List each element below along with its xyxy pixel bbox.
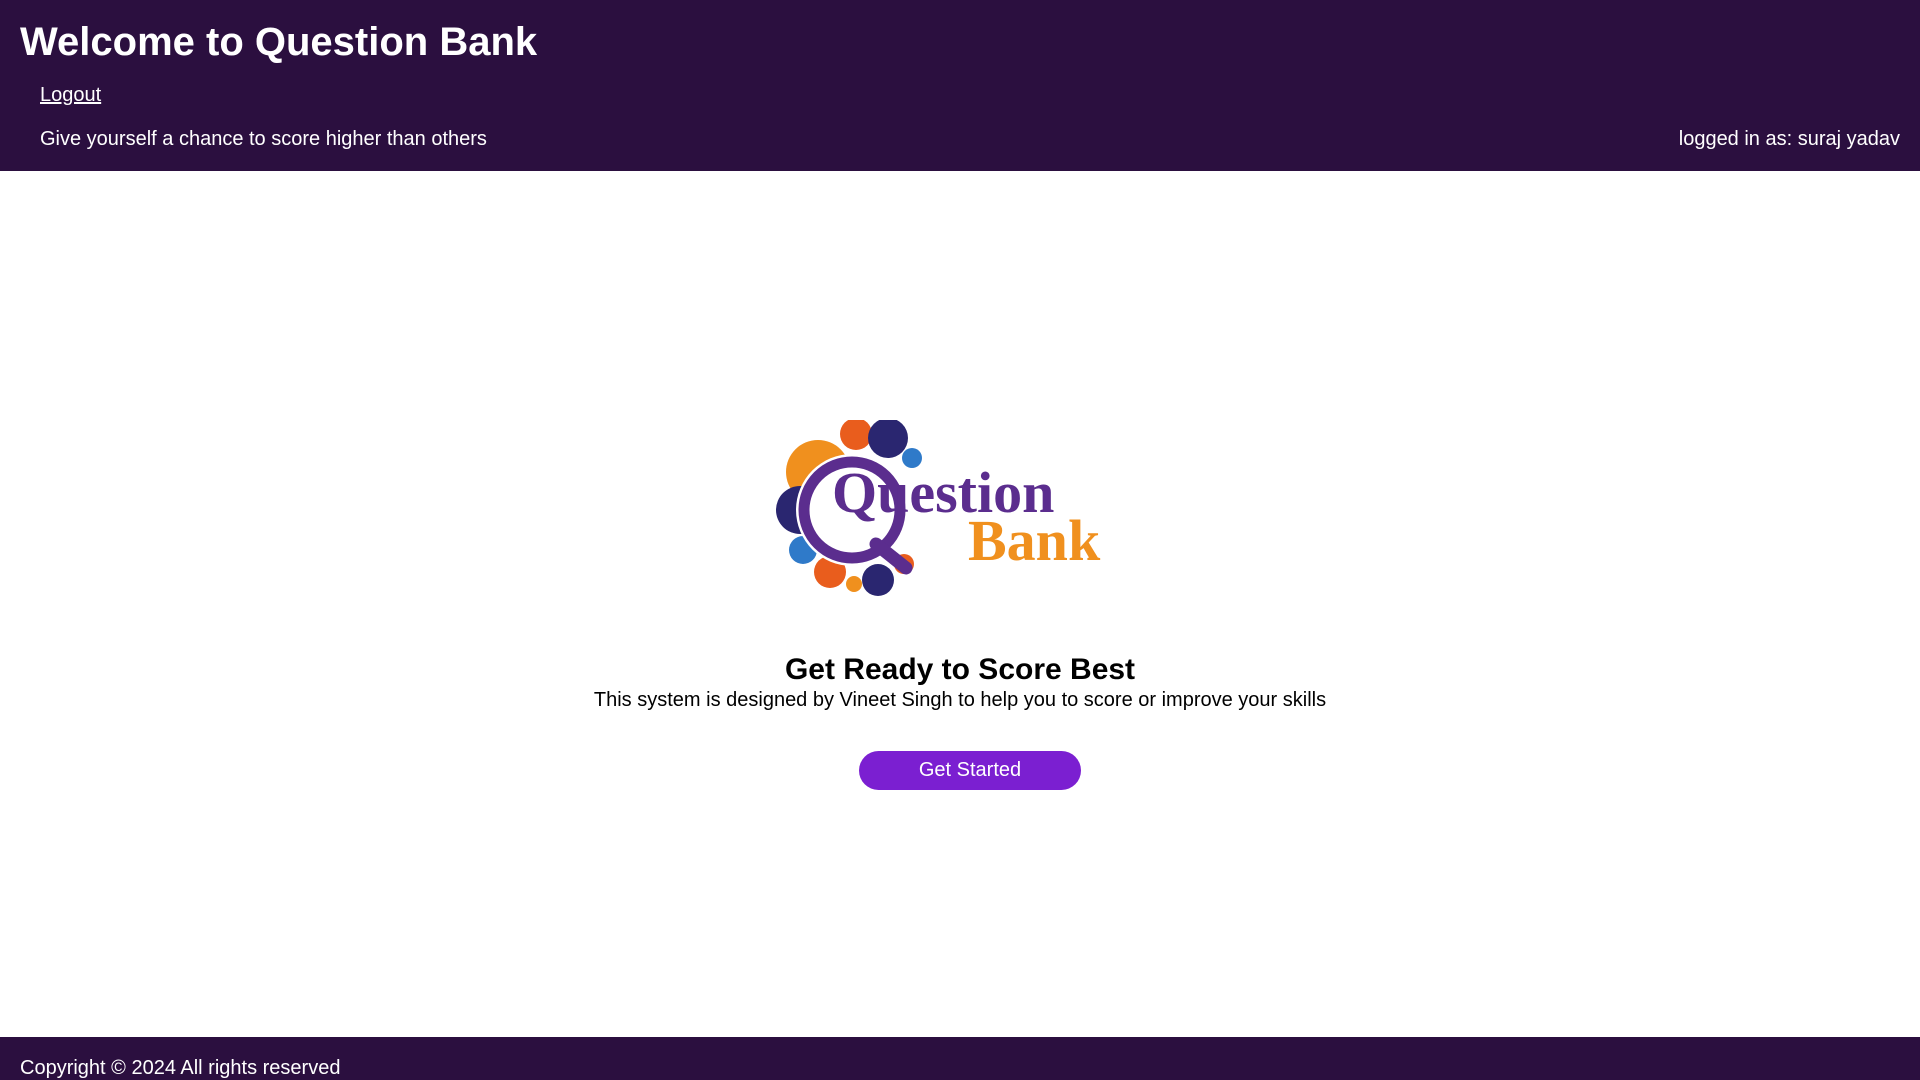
get-started-button[interactable]: Get Started	[859, 751, 1081, 790]
copyright-text: Copyright © 2024 All rights reserved	[20, 1057, 341, 1079]
logo-word-bank: Bank	[968, 508, 1101, 573]
logged-in-user: logged in as: suraj yadav	[1678, 128, 1900, 150]
site-footer: Copyright © 2024 All rights reserved	[0, 1037, 1920, 1080]
page-title: Welcome to Question Bank	[20, 20, 538, 64]
site-header: Welcome to Question Bank Logout Give you…	[0, 0, 1920, 171]
question-bank-logo: Question Bank	[776, 420, 1101, 596]
hero-headline: Get Ready to Score Best	[784, 653, 1136, 686]
tagline: Give yourself a chance to score higher t…	[40, 128, 487, 150]
logout-link[interactable]: Logout	[40, 84, 101, 107]
hero-description: This system is designed by Vineet Singh …	[593, 689, 1327, 711]
